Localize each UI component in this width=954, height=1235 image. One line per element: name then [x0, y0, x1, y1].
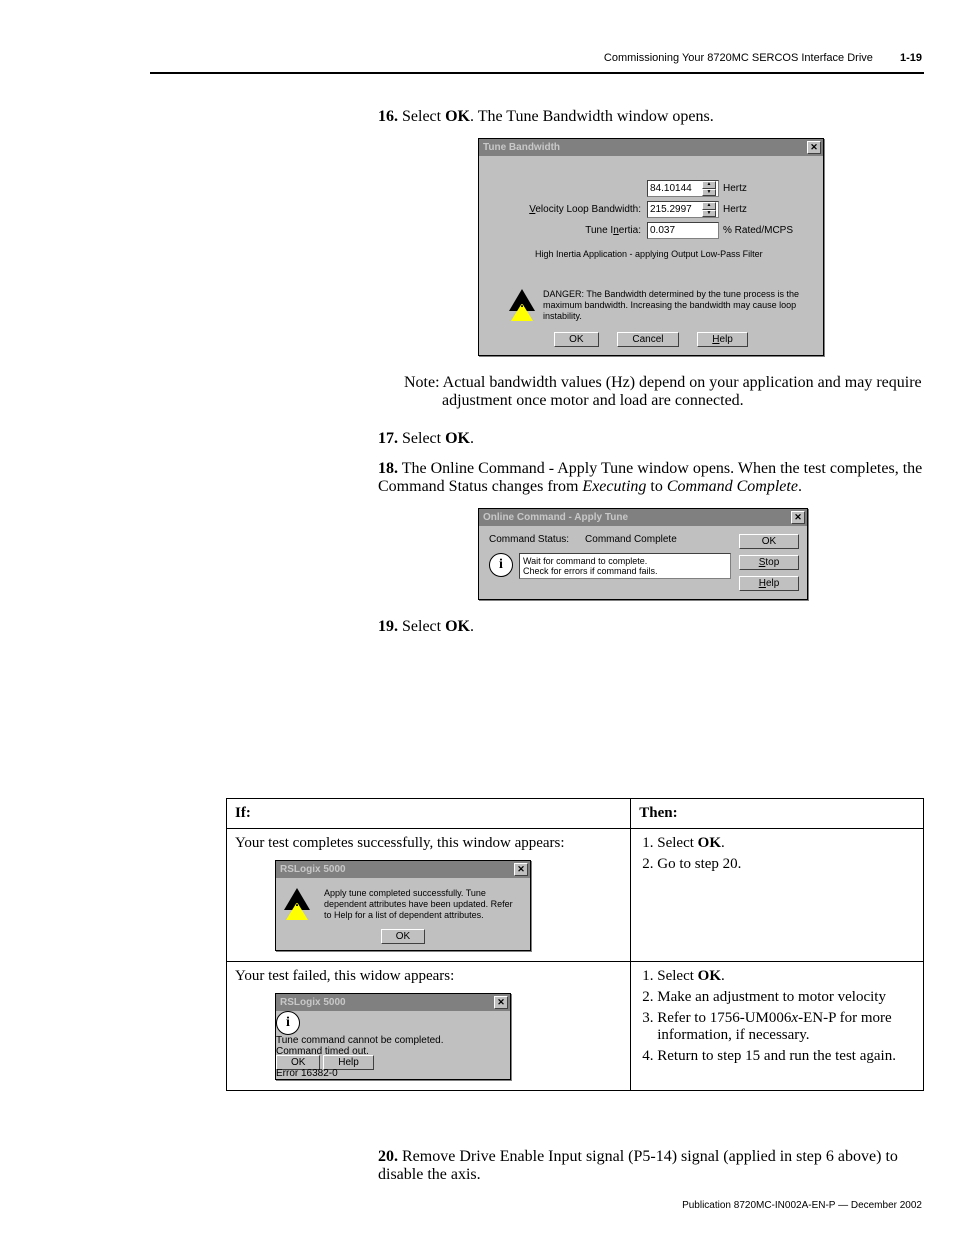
step-18: 18. The Online Command - Apply Tune wind…: [378, 460, 924, 496]
filter-message: High Inertia Application - applying Outp…: [535, 249, 805, 259]
close-icon[interactable]: ✕: [514, 863, 528, 876]
dialog-title: Tune Bandwidth: [483, 142, 560, 153]
dialog-titlebar: Online Command - Apply Tune ✕: [479, 509, 807, 526]
online-command-dialog: Online Command - Apply Tune ✕ Command St…: [478, 508, 808, 600]
dialog-titlebar: Tune Bandwidth ✕: [479, 139, 823, 156]
status-label: Command Status:: [489, 534, 569, 545]
warning-icon: !: [284, 888, 310, 912]
step-16: 16. Select OK. The Tune Bandwidth window…: [378, 108, 924, 126]
ok-button[interactable]: OK: [381, 929, 425, 944]
if-then-section: If: Then: Your test completes successful…: [226, 790, 924, 1091]
velocity-label: Velocity Loop Bandwidth:: [497, 204, 647, 215]
info-icon: i: [276, 1011, 300, 1035]
warning-icon: !: [509, 289, 535, 313]
if-then-table: If: Then: Your test completes successful…: [226, 798, 924, 1091]
note-text: Note: Actual bandwidth values (Hz) depen…: [404, 374, 924, 410]
close-icon[interactable]: ✕: [807, 141, 821, 154]
list-item: Make an adjustment to motor velocity: [657, 989, 915, 1006]
list-item: Refer to 1756-UM006x-EN-P for more infor…: [657, 1010, 915, 1044]
step-19: 19. Select OK.: [378, 618, 924, 636]
list-item: Select OK.: [657, 835, 915, 852]
danger-text: DANGER: The Bandwidth determined by the …: [543, 289, 815, 322]
help-button[interactable]: Help: [739, 576, 799, 591]
list-item: Return to step 15 and run the test again…: [657, 1048, 915, 1065]
ok-button[interactable]: OK: [554, 332, 598, 347]
list-item: Select OK.: [657, 968, 915, 985]
error-status: Error 16382-0: [276, 1068, 510, 1079]
inertia-label: Tune Inertia:: [497, 225, 647, 236]
main-content: 16. Select OK. The Tune Bandwidth window…: [378, 108, 924, 648]
page-header: Commissioning Your 8720MC SERCOS Interfa…: [604, 52, 922, 64]
tune-bandwidth-dialog: Tune Bandwidth ✕ ▲▼ Hertz Velocity Loop …: [478, 138, 824, 356]
list-item: Go to step 20.: [657, 856, 915, 873]
tune-inertia-input[interactable]: [647, 222, 719, 239]
close-icon[interactable]: ✕: [494, 996, 508, 1009]
header-rule: [150, 72, 924, 74]
table-row: Your test failed, this widow appears: RS…: [227, 962, 924, 1091]
help-button[interactable]: Help: [697, 332, 748, 347]
close-icon[interactable]: ✕: [791, 511, 805, 524]
rslogix-fail-dialog: RSLogix 5000✕ i Tune command cannot be c…: [275, 993, 511, 1080]
step-20: 20. Remove Drive Enable Input signal (P5…: [378, 1148, 924, 1184]
table-row: Your test completes successfully, this w…: [227, 829, 924, 962]
step-17: 17. Select OK.: [378, 430, 924, 448]
position-bandwidth-input[interactable]: ▲▼: [647, 180, 719, 197]
page-number: 1-19: [900, 52, 922, 64]
info-icon: i: [489, 553, 513, 577]
stop-button[interactable]: Stop: [739, 555, 799, 570]
dialog-title: Online Command - Apply Tune: [483, 512, 628, 523]
header-title: Commissioning Your 8720MC SERCOS Interfa…: [604, 52, 873, 64]
col-then: Then:: [631, 799, 924, 829]
status-value: Command Complete: [585, 534, 677, 545]
step-20-wrap: 20. Remove Drive Enable Input signal (P5…: [378, 1148, 924, 1196]
info-text: Wait for command to complete. Check for …: [519, 553, 731, 579]
rslogix-success-dialog: RSLogix 5000✕ ! Apply tune completed suc…: [275, 860, 531, 951]
ok-button[interactable]: OK: [739, 534, 799, 549]
velocity-bandwidth-input[interactable]: ▲▼: [647, 201, 719, 218]
col-if: If:: [227, 799, 631, 829]
footer: Publication 8720MC-IN002A-EN-P — Decembe…: [682, 1200, 922, 1211]
cancel-button[interactable]: Cancel: [617, 332, 678, 347]
